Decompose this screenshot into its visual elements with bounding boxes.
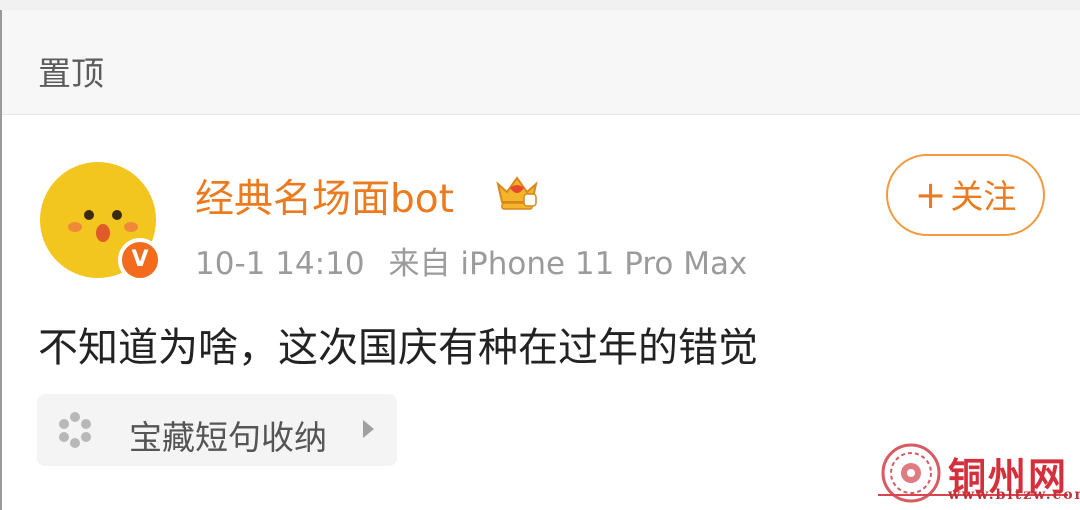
verified-badge-icon: V — [118, 238, 162, 282]
topic-label: 宝藏短句收纳 — [129, 418, 327, 457]
pinned-section-header: 置顶 — [0, 10, 1080, 115]
topic-chip[interactable]: 宝藏短句收纳 — [37, 394, 397, 466]
follow-button[interactable]: + 关注 — [886, 154, 1045, 236]
watermark-url: www.bltzw.com — [948, 487, 1080, 503]
avatar-mouth — [96, 224, 110, 242]
left-edge-divider — [0, 10, 2, 510]
crown-icon[interactable] — [494, 172, 540, 212]
avatar-blush-left — [68, 222, 82, 232]
avatar-eye-left — [84, 210, 94, 220]
section-title: 置顶 — [38, 54, 104, 93]
plus-icon: + — [914, 173, 947, 217]
chevron-right-icon — [363, 420, 374, 438]
top-strip — [0, 0, 1080, 10]
username[interactable]: 经典名场面bot — [195, 168, 454, 224]
post-meta: 10-1 14:10 来自 iPhone 11 Pro Max — [195, 238, 747, 283]
post-source: 来自 iPhone 11 Pro Max — [388, 246, 748, 282]
follow-label: 关注 — [950, 177, 1017, 216]
avatar-blush-right — [124, 222, 138, 232]
post-text: 不知道为啥，这次国庆有种在过年的错觉 — [38, 325, 758, 371]
topic-icon — [59, 412, 91, 448]
avatar-eye-right — [112, 210, 122, 220]
post-time: 10-1 14:10 — [195, 246, 365, 282]
